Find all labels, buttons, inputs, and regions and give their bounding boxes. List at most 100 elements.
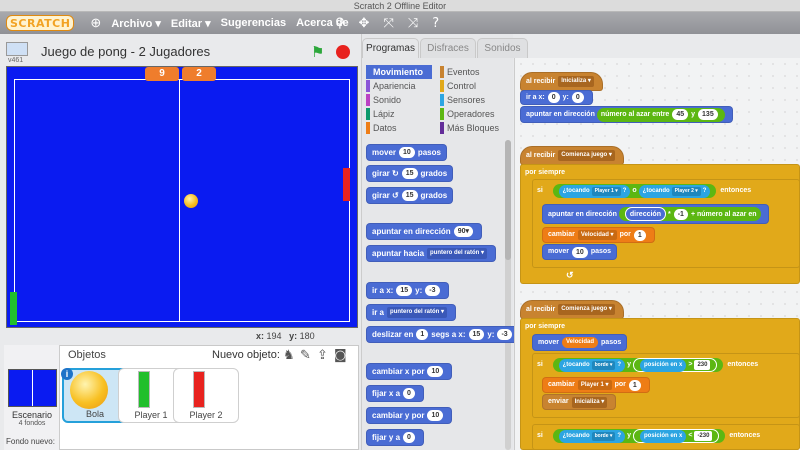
block-input[interactable]: 10 [427,410,444,421]
shrink-icon[interactable]: ⤨ [408,16,418,31]
camera-icon[interactable]: ◙ [334,348,347,363]
block-input[interactable]: 15 [401,190,418,201]
add-operator[interactable]: dirección * -1 + número al azar en [618,207,761,221]
hat-when-receive[interactable]: al recibir Inicializa ▾ [520,72,603,91]
or-operator[interactable]: ¿tocando Player 1 ▾? o ¿tocando Player 2 ▾… [552,184,717,198]
random-operator[interactable]: número al azar entre 45 y 135 [596,107,725,122]
and-operator[interactable]: ¿tocando borde ▾? y posición en x < -230 [552,429,726,443]
compare-operator[interactable]: posición en x >230 [633,358,718,372]
category-more-blocks[interactable]: Más Bloques [440,121,499,135]
category-looks[interactable]: Apariencia [366,79,416,93]
block-input[interactable]: 45 [672,109,689,120]
block-point-direction[interactable]: apuntar en dirección 90▾ [366,223,482,240]
category-sound[interactable]: Sonido [366,93,401,107]
scratch-logo[interactable]: SCRATCH [6,15,75,31]
block-input[interactable]: 10 [427,366,444,377]
variable-dropdown[interactable]: Player 1 ▾ [577,380,612,390]
block-change-variable[interactable]: cambiar Player 1 ▾ por 1 [542,377,650,393]
block-input[interactable]: 10 [572,246,588,258]
sprite-card-player-2[interactable]: Player 2 [173,368,239,423]
stop-button[interactable] [336,45,350,59]
tab-sounds[interactable]: Sonidos [477,38,528,58]
category-pen[interactable]: Lápiz [366,107,395,121]
ball-sprite[interactable] [184,194,198,208]
sensor-dropdown[interactable]: borde ▾ [591,431,616,441]
stage-thumbnail[interactable] [8,369,57,407]
and-operator[interactable]: ¿tocando borde ▾? y posición en x >230 [552,358,724,372]
block-input[interactable]: 15 [396,285,413,296]
block-input[interactable]: 0 [403,388,415,399]
cut-icon[interactable]: ✥ [359,16,370,31]
message-dropdown[interactable]: Comienza juego ▾ [558,150,615,161]
category-events[interactable]: Eventos [440,65,480,79]
variable-reporter[interactable]: Velocidad [562,337,599,348]
block-goto[interactable]: ir a puntero del ratón ▾ [366,304,457,321]
block-input[interactable]: 0 [571,92,584,103]
touching-sensor[interactable]: ¿tocando Player 2 ▾? [638,184,711,198]
variable-dropdown[interactable]: Velocidad ▾ [577,230,617,240]
block-input[interactable]: 230 [694,360,711,370]
block-input[interactable]: 15 [401,168,418,179]
tab-scripts[interactable]: Programas [362,38,419,58]
direction-reporter[interactable]: dirección [624,207,666,221]
block-input[interactable]: 1 [416,329,429,340]
sensor-dropdown[interactable]: Player 2 ▾ [671,186,701,196]
menu-file[interactable]: Archivo ▾ [111,17,161,30]
block-input[interactable]: 1 [633,229,646,241]
category-operators[interactable]: Operadores [440,107,495,121]
block-move-variable[interactable]: mover Velocidad pasos [532,334,628,351]
category-motion[interactable]: Movimiento [366,65,432,79]
touching-sensor[interactable]: ¿tocando borde ▾? [558,358,626,372]
category-control[interactable]: Control [440,79,476,93]
block-goto-xy[interactable]: ir a x: 0 y: 0 [520,90,593,105]
compare-operator[interactable]: posición en x < -230 [633,429,720,443]
palette-scrollbar-thumb[interactable] [505,140,511,260]
sprite-library-icon[interactable]: ♞ [283,348,295,363]
block-glide[interactable]: deslizar en 1 segs a x: 15 y: -3 [366,326,521,343]
block-move-steps[interactable]: mover 10 pasos [366,144,447,161]
hat-when-receive[interactable]: al recibir Comienza juego ▾ [520,146,624,165]
upload-sprite-icon[interactable]: ⇪ [317,348,328,363]
sensor-dropdown[interactable]: borde ▾ [591,360,616,370]
block-dropdown[interactable]: puntero del ratón ▾ [387,307,448,318]
message-dropdown[interactable]: Inicializa ▾ [571,396,608,408]
project-title[interactable]: Juego de pong - 2 Jugadores [41,43,251,61]
block-broadcast[interactable]: enviar Inicializa ▾ [542,394,617,410]
info-icon[interactable]: i [61,368,73,380]
block-turn-left[interactable]: girar ↺ 15 grados [366,187,454,204]
category-data[interactable]: Datos [366,121,397,135]
block-input[interactable]: 1 [628,379,641,391]
globe-icon[interactable]: ⊕ [90,15,101,31]
stage-mode-icon[interactable] [6,42,28,56]
block-change-x[interactable]: cambiar x por 10 [366,363,453,380]
block-input[interactable]: 10 [399,147,415,158]
tab-costumes[interactable]: Disfraces [420,38,476,58]
message-dropdown[interactable]: Inicializa ▾ [558,76,594,87]
sensor-dropdown[interactable]: Player 1 ▾ [591,186,621,196]
help-icon[interactable]: ? [432,16,439,31]
block-set-x[interactable]: fijar x a0 [366,385,424,402]
block-input[interactable]: -230 [694,431,713,441]
touching-sensor[interactable]: ¿tocando borde ▾? [558,429,626,443]
block-change-variable[interactable]: cambiar Velocidad ▾ por 1 [542,227,655,243]
block-input[interactable]: -3 [425,285,440,296]
paddle-player-2[interactable] [343,168,350,201]
menu-edit[interactable]: Editar ▾ [171,17,211,30]
menu-tips[interactable]: Sugerencias [221,17,286,29]
block-change-y[interactable]: cambiar y por 10 [366,407,453,424]
block-point-direction-random[interactable]: apuntar en dirección número al azar entr… [520,106,733,123]
if-block[interactable]: si ¿tocando borde ▾? y posición en x < -230… [532,424,800,450]
grow-icon[interactable]: ⤧ [383,16,393,31]
x-position-reporter[interactable]: posición en x [640,358,687,372]
block-turn-right[interactable]: girar ↻ 15 grados [366,165,454,182]
block-set-y[interactable]: fijar y a0 [366,429,424,446]
duplicate-stamp-icon[interactable]: ⚲ [335,16,345,31]
block-goto-xy[interactable]: ir a x: 15 y: -3 [366,282,449,299]
block-point-direction[interactable]: apuntar en dirección dirección * -1 + núm… [542,204,769,224]
block-input[interactable]: 15 [468,329,485,340]
paint-sprite-icon[interactable]: ✎ [300,348,311,363]
block-move-steps[interactable]: mover 10 pasos [542,244,618,260]
block-input[interactable]: 135 [698,109,718,120]
block-input[interactable]: 0 [403,432,415,443]
paddle-player-1[interactable] [10,292,17,325]
